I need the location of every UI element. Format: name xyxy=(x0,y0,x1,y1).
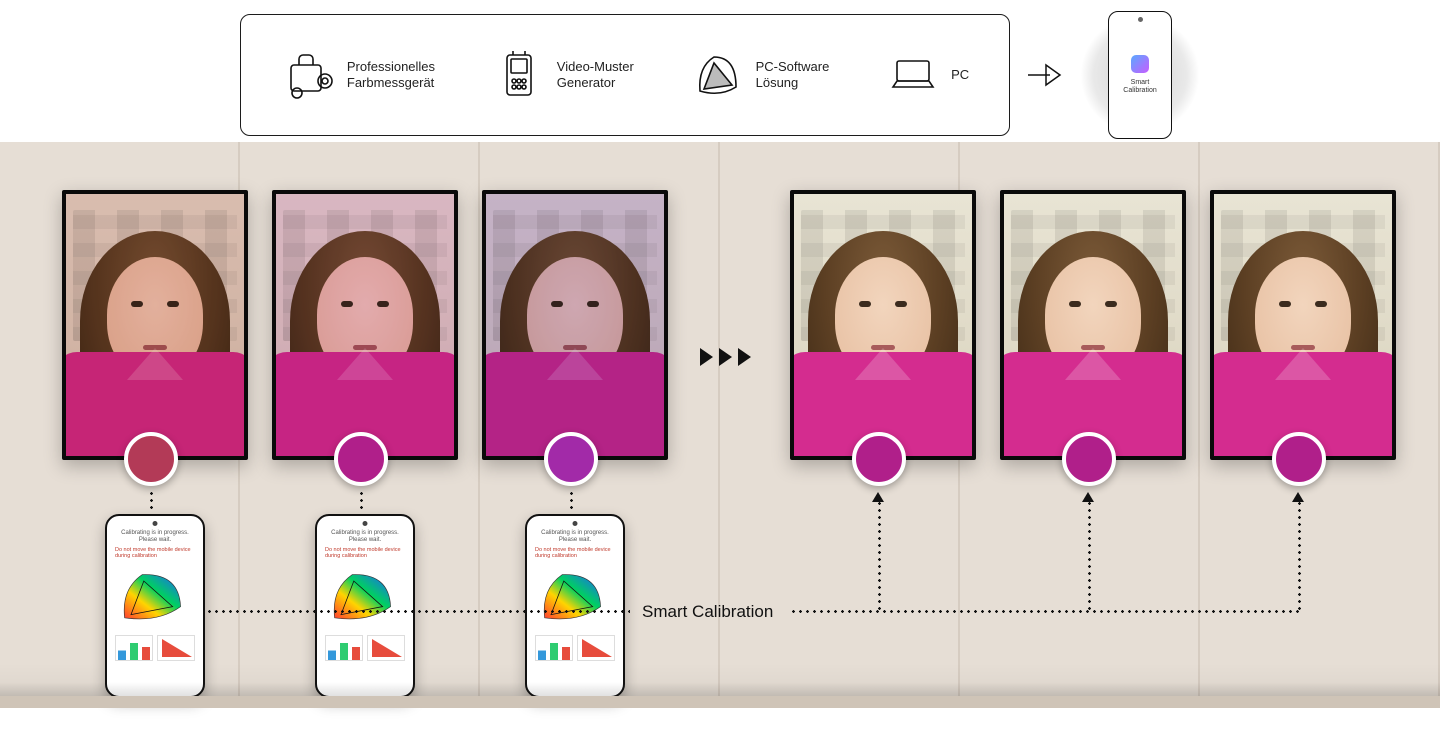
phone-app-highlight: Smart Calibration xyxy=(1080,15,1200,135)
play-triangle-icon xyxy=(719,348,732,366)
equip-patterngen-label: Video-Muster Generator xyxy=(557,59,634,92)
phone-mock-small: Smart Calibration xyxy=(1108,11,1172,139)
arrow-up-icon xyxy=(1292,492,1304,502)
connector xyxy=(150,490,153,512)
colorimeter-icon xyxy=(281,47,337,103)
display-after-1 xyxy=(790,190,976,460)
calibration-phone-3: Calibrating is in progress. Please wait.… xyxy=(525,514,625,698)
gamut-chart-icon xyxy=(115,563,195,631)
calibration-phone-2: Calibrating is in progress. Please wait.… xyxy=(315,514,415,698)
connector xyxy=(1088,500,1091,610)
equip-pcsoft: PC-Software Lösung xyxy=(690,47,830,103)
equipment-box: Professionelles Farbmessgerät Video-Must… xyxy=(240,14,1010,136)
swatch-after-3 xyxy=(1272,432,1326,486)
display-after-2 xyxy=(1000,190,1186,460)
equip-pc-label: PC xyxy=(951,67,969,83)
laptop-icon xyxy=(885,47,941,103)
patterngen-icon xyxy=(491,47,547,103)
equip-patterngen: Video-Muster Generator xyxy=(491,47,634,103)
connector xyxy=(570,490,573,512)
arrow-up-icon xyxy=(872,492,884,502)
connector xyxy=(1298,500,1301,610)
comparison-stage: Calibrating is in progress. Please wait.… xyxy=(0,142,1440,708)
mini-tri-chart-icon xyxy=(157,635,195,661)
connector-bus-left xyxy=(206,610,630,613)
swatch-before-3 xyxy=(544,432,598,486)
phone-status: Calibrating is in progress. Please wait. xyxy=(115,530,195,543)
play-triangle-icon xyxy=(700,348,713,366)
connector xyxy=(360,490,363,512)
gamut-triangle-icon xyxy=(690,47,746,103)
arrow-right-icon xyxy=(1024,54,1066,96)
equip-pc: PC xyxy=(885,47,969,103)
connector xyxy=(878,500,881,610)
swatch-before-2 xyxy=(334,432,388,486)
swatch-after-1 xyxy=(852,432,906,486)
equip-colorimeter: Professionelles Farbmessgerät xyxy=(281,47,435,103)
display-before-1 xyxy=(62,190,248,460)
equip-pcsoft-label: PC-Software Lösung xyxy=(756,59,830,92)
transition-arrows xyxy=(700,348,751,366)
display-before-3 xyxy=(482,190,668,460)
calibration-phone-1: Calibrating is in progress. Please wait.… xyxy=(105,514,205,698)
caption-smart-calibration: Smart Calibration xyxy=(636,602,779,622)
display-after-3 xyxy=(1210,190,1396,460)
phone-warning: Do not move the mobile device during cal… xyxy=(115,547,195,559)
equipment-strip: Professionelles Farbmessgerät Video-Must… xyxy=(0,0,1440,142)
swatch-before-1 xyxy=(124,432,178,486)
play-triangle-icon xyxy=(738,348,751,366)
arrow-up-icon xyxy=(1082,492,1094,502)
connector-bus-right xyxy=(790,610,1300,613)
app-logo-icon xyxy=(1131,55,1149,73)
app-name-label: Smart Calibration xyxy=(1123,79,1156,94)
equip-colorimeter-label: Professionelles Farbmessgerät xyxy=(347,59,435,92)
display-before-2 xyxy=(272,190,458,460)
swatch-after-2 xyxy=(1062,432,1116,486)
mini-bar-chart-icon xyxy=(115,635,153,661)
